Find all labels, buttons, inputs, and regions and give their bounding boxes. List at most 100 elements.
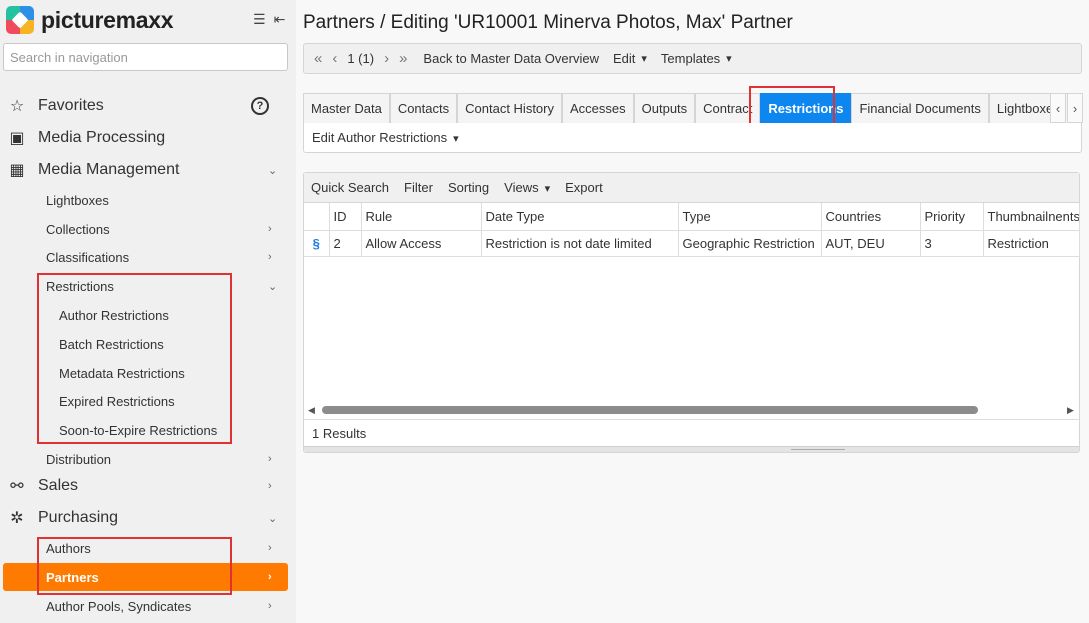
- nav-lightboxes[interactable]: Lightboxes: [0, 186, 296, 214]
- tabs-scroll-right-icon[interactable]: ›: [1067, 93, 1083, 123]
- chevron-down-icon: ▾: [726, 53, 732, 65]
- column-header-priority[interactable]: Priority: [920, 203, 984, 231]
- views-button[interactable]: Views ▾: [504, 180, 550, 195]
- nav-media-processing[interactable]: ▣ Media Processing: [0, 122, 296, 154]
- nav-expired-restrictions[interactable]: Expired Restrictions: [0, 387, 296, 415]
- nav-soon-to-expire-restrictions[interactable]: Soon-to-Expire Restrictions: [0, 416, 296, 444]
- chevron-down-icon: ▾: [544, 183, 551, 195]
- nav-author-pools-syndicates[interactable]: Author Pools, Syndicates ›: [0, 592, 296, 620]
- nav-label: Collections: [46, 221, 110, 237]
- table-row[interactable]: § 2 Allow Access Restriction is not date…: [304, 230, 1080, 257]
- tabs-scroll-left-icon[interactable]: ‹: [1050, 93, 1066, 123]
- scroll-right-icon[interactable]: ▶: [1067, 405, 1074, 416]
- column-header-thumbnails[interactable]: Thumbnailnents: [983, 203, 1080, 231]
- export-button[interactable]: Export: [565, 180, 603, 195]
- tab-master-data[interactable]: Master Data: [303, 93, 390, 123]
- nav-label: Expired Restrictions: [59, 393, 175, 409]
- nav-metadata-restrictions[interactable]: Metadata Restrictions: [0, 359, 296, 387]
- chevron-down-icon: ▾: [641, 53, 647, 65]
- nav-classifications[interactable]: Classifications ›: [0, 243, 296, 271]
- last-page-icon[interactable]: »: [399, 50, 407, 67]
- nav-label: Media Processing: [38, 129, 166, 146]
- image-icon: ▣: [9, 130, 25, 147]
- nav-partners[interactable]: Partners ›: [3, 563, 288, 591]
- restrictions-grid: Quick Search Filter Sorting Views ▾ Expor…: [303, 172, 1080, 453]
- cell-id: 2: [329, 230, 362, 257]
- horizontal-scrollbar[interactable]: ◀ ▶: [304, 403, 1079, 417]
- star-icon: ☆: [9, 98, 25, 115]
- views-label: Views: [504, 180, 539, 195]
- tab-financial-documents[interactable]: Financial Documents: [851, 93, 989, 123]
- nav-label: Author Pools, Syndicates: [46, 598, 192, 614]
- nav-label: Author Restrictions: [59, 307, 169, 323]
- column-header-id[interactable]: ID: [329, 203, 362, 231]
- nav-label: Purchasing: [38, 509, 119, 526]
- edit-author-restrictions-button[interactable]: Edit Author Restrictions ▾: [312, 130, 459, 145]
- tab-restrictions[interactable]: Restrictions: [760, 93, 852, 123]
- nav-label: Lightboxes: [46, 192, 109, 208]
- list-view-icon[interactable]: ☰: [253, 11, 266, 28]
- chevron-right-icon: ›: [268, 571, 272, 583]
- nav-restrictions[interactable]: Restrictions ⌄: [0, 272, 296, 300]
- cell-priority: 3: [920, 230, 984, 257]
- collapse-sidebar-icon[interactable]: ⇤: [274, 11, 286, 28]
- quick-search-button[interactable]: Quick Search: [311, 180, 389, 195]
- nav-label: Restrictions: [46, 278, 114, 294]
- edit-menu-button[interactable]: Edit ▾: [613, 51, 647, 66]
- nav-media-management[interactable]: ▦ Media Management ⌄: [0, 154, 296, 186]
- nav-label: Classifications: [46, 249, 130, 265]
- column-header-type[interactable]: Type: [678, 203, 822, 231]
- nav-distribution[interactable]: Distribution ›: [0, 445, 296, 473]
- nav-purchasing[interactable]: ✲ Purchasing ⌄: [0, 502, 296, 534]
- nav-collections[interactable]: Collections ›: [0, 215, 296, 243]
- grid-resize-handle[interactable]: [304, 446, 1079, 452]
- tab-accesses[interactable]: Accesses: [562, 93, 634, 123]
- templates-menu-button[interactable]: Templates ▾: [661, 51, 732, 66]
- edit-author-restrictions-label: Edit Author Restrictions: [312, 130, 448, 145]
- nav-label: Authors: [46, 540, 91, 556]
- chevron-down-icon: ⌄: [268, 164, 278, 177]
- chevron-right-icon: ›: [268, 251, 272, 263]
- table-header-row: ID Rule Date Type Type Countries Priorit…: [304, 203, 1080, 231]
- nav-label: Metadata Restrictions: [59, 365, 185, 381]
- chevron-down-icon: ⌄: [268, 512, 278, 525]
- tab-contacts[interactable]: Contacts: [389, 93, 458, 123]
- pager-label: 1 (1): [347, 51, 375, 66]
- tab-contact-history[interactable]: Contact History: [457, 93, 562, 123]
- purchasing-icon: ✲: [10, 510, 24, 527]
- column-header-date-type[interactable]: Date Type: [481, 203, 679, 231]
- filter-button[interactable]: Filter: [404, 180, 433, 195]
- main-content: Partners / Editing 'UR10001 Minerva Phot…: [296, 0, 1089, 623]
- restrictions-action-bar: Edit Author Restrictions ▾: [303, 123, 1082, 153]
- scroll-left-icon[interactable]: ◀: [308, 405, 315, 416]
- column-header-icon[interactable]: [304, 203, 330, 231]
- nav-author-restrictions[interactable]: Author Restrictions: [0, 301, 296, 329]
- first-page-icon[interactable]: «: [314, 50, 322, 67]
- sorting-button[interactable]: Sorting: [448, 180, 489, 195]
- nav-label: Media Management: [38, 161, 180, 178]
- column-header-rule[interactable]: Rule: [361, 203, 482, 231]
- cell-type: Geographic Restriction: [678, 230, 822, 257]
- nav-label: Partners: [46, 569, 99, 585]
- column-header-countries[interactable]: Countries: [821, 203, 921, 231]
- restrictions-table: ID Rule Date Type Type Countries Priorit…: [304, 203, 1080, 257]
- record-toolbar: « ‹ 1 (1) › » Back to Master Data Overvi…: [303, 43, 1082, 74]
- nav-favorites[interactable]: ☆ Favorites ?: [0, 90, 296, 122]
- nav-authors[interactable]: Authors ›: [0, 534, 296, 562]
- nav-sales[interactable]: ⚯ Sales ›: [0, 470, 296, 502]
- templates-label: Templates: [660, 51, 721, 66]
- tab-outputs[interactable]: Outputs: [633, 93, 696, 123]
- scrollbar-thumb[interactable]: [322, 406, 978, 414]
- chevron-down-icon: ▾: [453, 133, 459, 145]
- back-to-overview-button[interactable]: Back to Master Data Overview: [423, 51, 599, 66]
- next-page-icon[interactable]: ›: [384, 50, 389, 67]
- nav-label: Soon-to-Expire Restrictions: [59, 422, 218, 438]
- tab-contract[interactable]: Contract: [695, 93, 761, 123]
- picturemaxx-logo-icon: [6, 6, 34, 34]
- previous-page-icon[interactable]: ‹: [332, 50, 337, 67]
- nav-batch-restrictions[interactable]: Batch Restrictions: [0, 330, 296, 358]
- navigation-search-input[interactable]: [3, 43, 288, 71]
- help-icon[interactable]: ?: [251, 97, 269, 115]
- cell-date-type: Restriction is not date limited: [481, 230, 679, 257]
- brand-logo[interactable]: picturemaxx: [6, 6, 174, 34]
